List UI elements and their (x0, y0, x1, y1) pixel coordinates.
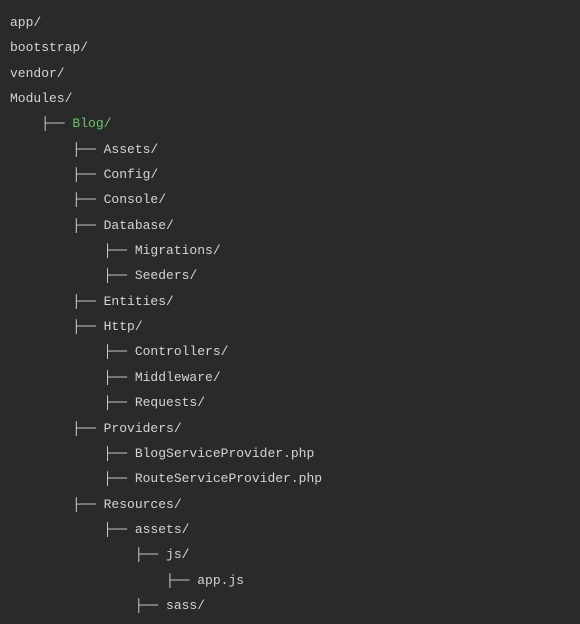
tree-indent: ├── (10, 547, 166, 562)
tree-label: Modules/ (10, 91, 72, 106)
tree-indent: ├── (10, 370, 135, 385)
tree-label: Blog/ (72, 116, 111, 131)
tree-label: Providers/ (104, 421, 182, 436)
tree-indent: ├── (10, 294, 104, 309)
tree-item: app/ (10, 10, 570, 35)
tree-item: ├── sass/ (10, 593, 570, 618)
tree-label: Config/ (104, 167, 159, 182)
tree-indent: ├── (10, 142, 104, 157)
tree-item: ├── assets/ (10, 517, 570, 542)
tree-item: ├── Database/ (10, 213, 570, 238)
tree-label: Seeders/ (135, 268, 197, 283)
tree-label: BlogServiceProvider.php (135, 446, 314, 461)
tree-indent: ├── (10, 218, 104, 233)
tree-item: ├── Migrations/ (10, 238, 570, 263)
tree-item: ├── RouteServiceProvider.php (10, 466, 570, 491)
tree-item: ├── Middleware/ (10, 365, 570, 390)
tree-item: ├── js/ (10, 542, 570, 567)
tree-indent: ├── (10, 268, 135, 283)
tree-indent: ├── (10, 471, 135, 486)
tree-item: ├── Console/ (10, 187, 570, 212)
tree-indent: ├── (10, 598, 166, 613)
tree-item: ├── Assets/ (10, 137, 570, 162)
tree-label: Requests/ (135, 395, 205, 410)
tree-indent: ├── (10, 446, 135, 461)
tree-label: Database/ (104, 218, 174, 233)
directory-tree: app/bootstrap/vendor/Modules/ ├── Blog/ … (10, 10, 570, 618)
tree-item: ├── Entities/ (10, 289, 570, 314)
tree-label: Entities/ (104, 294, 174, 309)
tree-item: ├── Http/ (10, 314, 570, 339)
tree-indent: ├── (10, 243, 135, 258)
tree-item: ├── Controllers/ (10, 339, 570, 364)
tree-indent: ├── (10, 573, 197, 588)
tree-indent: ├── (10, 319, 104, 334)
tree-item: vendor/ (10, 61, 570, 86)
tree-label: Console/ (104, 192, 166, 207)
tree-item: ├── Blog/ (10, 111, 570, 136)
tree-item: ├── Seeders/ (10, 263, 570, 288)
tree-label: Http/ (104, 319, 143, 334)
tree-label: Middleware/ (135, 370, 221, 385)
tree-label: Migrations/ (135, 243, 221, 258)
tree-label: bootstrap/ (10, 40, 88, 55)
tree-item: Modules/ (10, 86, 570, 111)
tree-label: assets/ (135, 522, 190, 537)
tree-label: Resources/ (104, 497, 182, 512)
tree-label: Assets/ (104, 142, 159, 157)
tree-indent: ├── (10, 497, 104, 512)
tree-label: app/ (10, 15, 41, 30)
tree-indent: ├── (10, 192, 104, 207)
tree-indent: ├── (10, 344, 135, 359)
tree-indent: ├── (10, 421, 104, 436)
tree-label: sass/ (166, 598, 205, 613)
tree-item: ├── Providers/ (10, 416, 570, 441)
tree-label: js/ (166, 547, 189, 562)
tree-label: RouteServiceProvider.php (135, 471, 322, 486)
tree-item: ├── Resources/ (10, 492, 570, 517)
tree-item: ├── Config/ (10, 162, 570, 187)
tree-item: ├── BlogServiceProvider.php (10, 441, 570, 466)
tree-indent: ├── (10, 116, 72, 131)
tree-item: bootstrap/ (10, 35, 570, 60)
tree-label: vendor/ (10, 66, 65, 81)
tree-indent: ├── (10, 395, 135, 410)
tree-item: ├── Requests/ (10, 390, 570, 415)
tree-indent: ├── (10, 522, 135, 537)
tree-item: ├── app.js (10, 568, 570, 593)
tree-label: Controllers/ (135, 344, 229, 359)
tree-label: app.js (197, 573, 244, 588)
tree-indent: ├── (10, 167, 104, 182)
